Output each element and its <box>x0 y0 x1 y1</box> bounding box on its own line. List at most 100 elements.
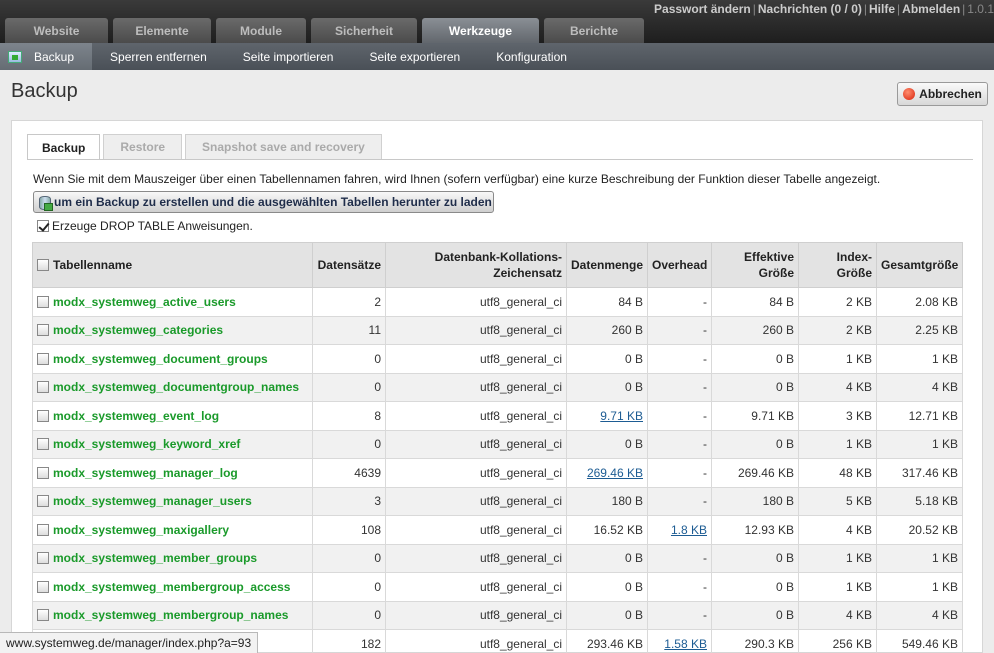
cell-overhead: - <box>647 572 712 602</box>
cell-table-name: modx_systemweg_manager_users <box>32 486 313 516</box>
cell-index-size: 4 KB <box>798 600 877 630</box>
tab-website[interactable]: Website <box>5 18 108 43</box>
cancel-button[interactable]: Abbrechen <box>897 82 988 106</box>
cell-overhead: - <box>647 372 712 402</box>
subnav-item-konfiguration[interactable]: Konfiguration <box>478 43 585 70</box>
subnav-item-seite-exportieren[interactable]: Seite exportieren <box>351 43 478 70</box>
row-checkbox[interactable] <box>37 552 49 565</box>
table-name-link[interactable]: modx_systemweg_manager_users <box>53 494 252 508</box>
table-name-link[interactable]: modx_systemweg_maxigallery <box>53 523 229 537</box>
cell-overhead: - <box>647 543 712 573</box>
panel-tab-restore[interactable]: Restore <box>103 134 183 159</box>
tab-elemente[interactable]: Elemente <box>113 18 211 43</box>
row-checkbox[interactable] <box>37 381 49 394</box>
cell-index-size: 5 KB <box>798 486 877 516</box>
header-label: Zeichensatz <box>493 266 562 280</box>
table-name-link[interactable]: modx_systemweg_event_log <box>53 409 219 423</box>
row-checkbox[interactable] <box>37 438 49 451</box>
sub-navigation: Backup Sperren entfernen Seite importier… <box>0 43 994 70</box>
user-menu: Passwort ändern | Nachrichten (0 / 0) | Hilf… <box>654 2 994 16</box>
cell-table-name: modx_systemweg_manager_log <box>32 458 313 488</box>
cancel-icon <box>903 88 916 100</box>
select-all-checkbox[interactable] <box>37 259 49 271</box>
cell-total-size: 317.46 KB <box>876 458 963 488</box>
row-checkbox[interactable] <box>37 609 49 622</box>
logout-link[interactable]: Abmelden <box>902 2 960 16</box>
tab-sicherheit[interactable]: Sicherheit <box>311 18 417 43</box>
table-header-row: Tabellenname Datensätze Datenbank-Kollat… <box>32 242 963 288</box>
cell-index-size: 48 KB <box>798 458 877 488</box>
panel-tabs: Backup Restore Snapshot save and recover… <box>27 134 385 160</box>
overhead-value: - <box>703 323 707 338</box>
table-name-link[interactable]: modx_systemweg_membergroup_access <box>53 580 290 594</box>
cell-index-size: 1 KB <box>798 543 877 573</box>
header-size: Datenmenge <box>566 242 648 288</box>
cell-table-name: modx_systemweg_keyword_xref <box>32 429 313 459</box>
table-name-link[interactable]: modx_systemweg_documentgroup_names <box>53 380 299 394</box>
cell-total-size: 549.46 KB <box>876 629 963 653</box>
cell-records: 0 <box>312 572 386 602</box>
table-name-link[interactable]: modx_systemweg_member_groups <box>53 551 257 565</box>
change-password-link[interactable]: Passwort ändern <box>654 2 751 16</box>
subnav-item-sperren-entfernen[interactable]: Sperren entfernen <box>92 43 225 70</box>
cell-index-size: 1 KB <box>798 429 877 459</box>
cell-size: 180 B <box>566 486 648 516</box>
row-checkbox[interactable] <box>37 523 49 536</box>
table-row: modx_systemweg_manager_log 4639 utf8_gener… <box>32 458 963 488</box>
row-checkbox[interactable] <box>37 580 49 593</box>
table-row: modx_systemweg_documentgroup_names 0 utf8_… <box>32 372 963 402</box>
overhead-value: - <box>703 494 707 509</box>
drop-table-option: Erzeuge DROP TABLE Anweisungen. <box>37 219 253 233</box>
panel-tab-snapshot[interactable]: Snapshot save and recovery <box>185 134 382 159</box>
cell-table-name: modx_systemweg_document_groups <box>32 344 313 374</box>
table-name-link[interactable]: modx_systemweg_categories <box>53 323 223 337</box>
panel-tab-backup[interactable]: Backup <box>27 134 101 160</box>
tab-berichte[interactable]: Berichte <box>544 18 644 43</box>
cell-collation: utf8_general_ci <box>385 429 567 459</box>
header-total-size: Gesamtgröße <box>876 242 963 288</box>
row-checkbox[interactable] <box>37 324 49 337</box>
cell-collation: utf8_general_ci <box>385 572 567 602</box>
row-checkbox[interactable] <box>37 409 49 422</box>
row-checkbox[interactable] <box>37 295 49 308</box>
status-bar: www.systemweg.de/manager/index.php?a=93 <box>0 632 259 653</box>
cell-total-size: 4 KB <box>876 372 963 402</box>
cell-size: 293.46 KB <box>566 629 648 653</box>
table-row: modx_systemweg_document_groups 0 utf8_gene… <box>32 344 963 374</box>
row-checkbox[interactable] <box>37 466 49 479</box>
size-value: 260 B <box>611 323 643 338</box>
cell-size: 84 B <box>566 287 648 317</box>
table-name-link[interactable]: modx_systemweg_active_users <box>53 295 236 309</box>
description-text: Wenn Sie mit dem Mauszeiger über einen T… <box>33 172 881 186</box>
cell-table-name: modx_systemweg_active_users <box>32 287 313 317</box>
size-link[interactable]: 9.71 KB <box>600 409 643 423</box>
size-value: 0 B <box>624 380 643 395</box>
size-value: 293.46 KB <box>586 636 643 651</box>
help-link[interactable]: Hilfe <box>869 2 895 16</box>
tab-module[interactable]: Module <box>216 18 306 43</box>
row-checkbox[interactable] <box>37 352 49 365</box>
overhead-link[interactable]: 1.58 KB <box>664 637 707 651</box>
table-name-link[interactable]: modx_systemweg_keyword_xref <box>53 437 240 451</box>
row-checkbox[interactable] <box>37 495 49 508</box>
cell-overhead: - <box>647 600 712 630</box>
page-title: Backup <box>11 80 78 102</box>
tab-werkzeuge[interactable]: Werkzeuge <box>422 18 539 43</box>
messages-link[interactable]: Nachrichten (0 / 0) <box>758 2 862 16</box>
subnav-item-seite-importieren[interactable]: Seite importieren <box>225 43 352 70</box>
size-link[interactable]: 269.46 KB <box>587 466 643 480</box>
create-backup-button[interactable]: um ein Backup zu erstellen und die ausge… <box>33 191 494 213</box>
cell-collation: utf8_general_ci <box>385 486 567 516</box>
cell-overhead: - <box>647 315 712 345</box>
cell-effective-size: 0 B <box>711 600 799 630</box>
subnav-item-backup[interactable]: Backup <box>0 43 93 70</box>
cell-effective-size: 260 B <box>711 315 799 345</box>
table-name-link[interactable]: modx_systemweg_membergroup_names <box>53 608 288 622</box>
table-name-link[interactable]: modx_systemweg_manager_log <box>53 466 238 480</box>
table-name-link[interactable]: modx_systemweg_document_groups <box>53 352 268 366</box>
cell-effective-size: 0 B <box>711 429 799 459</box>
overhead-link[interactable]: 1.8 KB <box>671 523 707 537</box>
cell-table-name: modx_systemweg_membergroup_access <box>32 572 313 602</box>
drop-table-checkbox[interactable] <box>37 220 49 232</box>
table-row: modx_systemweg_membergroup_names 0 utf8_ge… <box>32 600 963 630</box>
